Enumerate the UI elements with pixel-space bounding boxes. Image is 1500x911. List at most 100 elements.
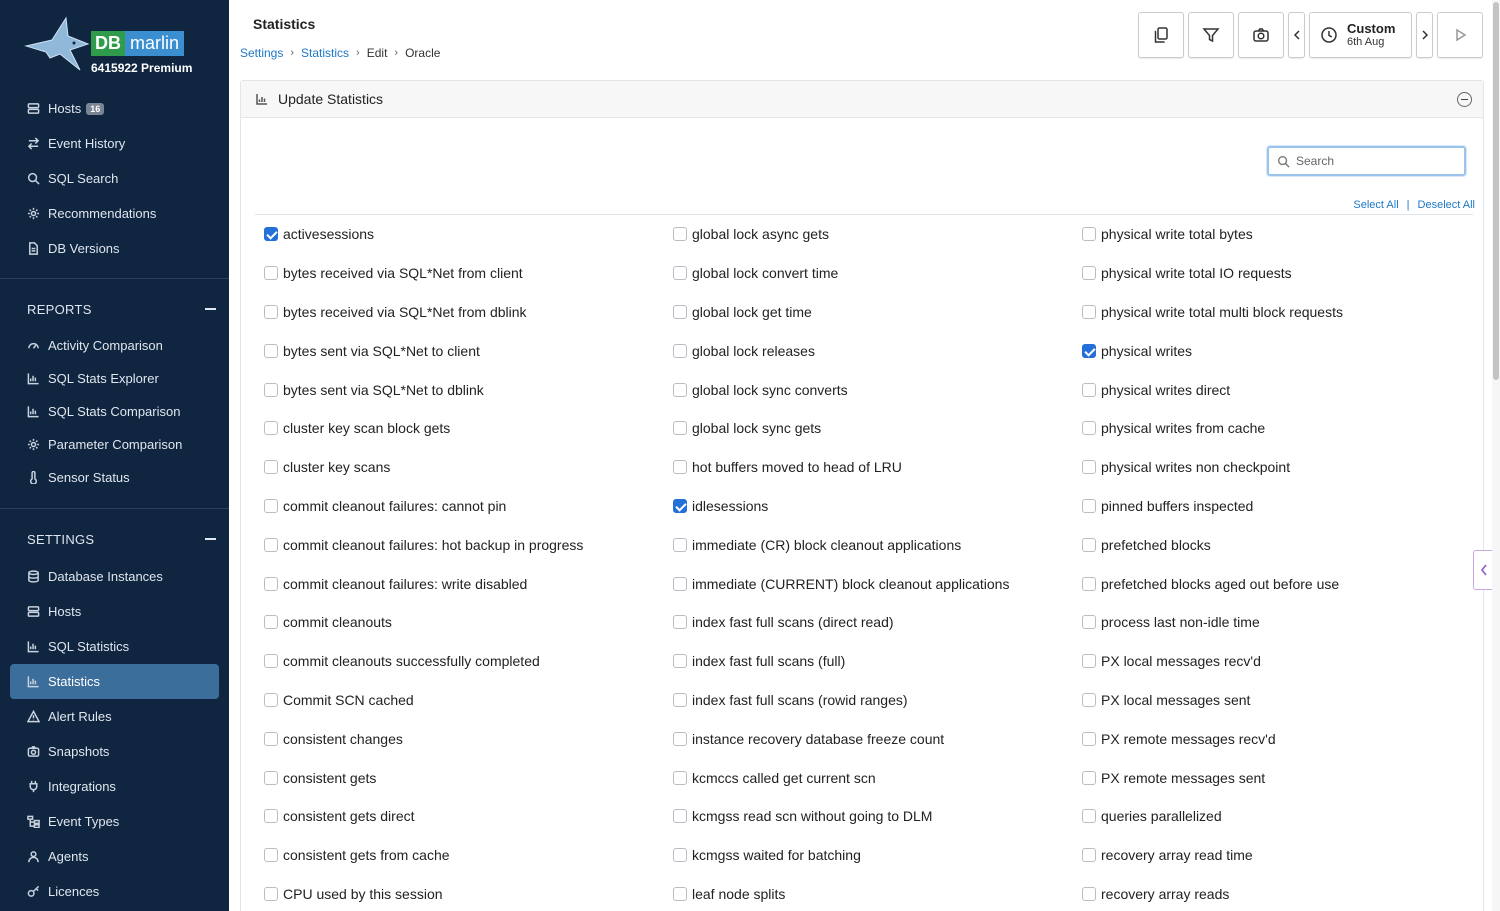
checkbox[interactable] bbox=[1082, 460, 1096, 475]
checkbox[interactable] bbox=[1082, 731, 1096, 746]
select-all-link[interactable]: Select All bbox=[1353, 199, 1398, 211]
statistic-checkbox-row[interactable]: global lock sync gets bbox=[673, 409, 1082, 448]
collapse-minus-icon[interactable] bbox=[205, 538, 216, 540]
collapse-panel-icon[interactable] bbox=[1457, 92, 1472, 107]
sidebar-item-hosts[interactable]: Hosts 16 bbox=[0, 91, 229, 126]
checkbox[interactable] bbox=[673, 770, 687, 785]
breadcrumb-statistics-link[interactable]: Statistics bbox=[301, 46, 349, 60]
checkbox[interactable] bbox=[673, 460, 687, 475]
search-field[interactable] bbox=[1267, 146, 1466, 176]
statistic-checkbox-row[interactable]: commit cleanouts successfully completed bbox=[264, 642, 673, 681]
checkbox[interactable] bbox=[673, 421, 687, 436]
statistic-checkbox-row[interactable]: consistent gets bbox=[264, 758, 673, 797]
snapshot-button[interactable] bbox=[1238, 12, 1284, 58]
sidebar-item-parameter-comparison[interactable]: Parameter Comparison bbox=[0, 428, 229, 461]
sidebar-item-sql-statistics[interactable]: SQL Statistics bbox=[0, 629, 229, 664]
statistic-checkbox-row[interactable]: immediate (CR) block cleanout applicatio… bbox=[673, 525, 1082, 564]
statistic-checkbox-row[interactable]: hot buffers moved to head of LRU bbox=[673, 448, 1082, 487]
checkbox[interactable] bbox=[1082, 809, 1096, 824]
sidebar-item-snapshots[interactable]: Snapshots bbox=[0, 734, 229, 769]
checkbox[interactable] bbox=[264, 382, 278, 397]
statistic-checkbox-row[interactable]: consistent gets from cache bbox=[264, 836, 673, 875]
checkbox[interactable] bbox=[1082, 692, 1096, 707]
sidebar-item-event-history[interactable]: Event History bbox=[0, 126, 229, 161]
checkbox[interactable] bbox=[673, 886, 687, 901]
checkbox[interactable] bbox=[1082, 654, 1096, 669]
statistic-checkbox-row[interactable]: physical writes non checkpoint bbox=[1082, 448, 1479, 487]
statistic-checkbox-row[interactable]: PX remote messages sent bbox=[1082, 758, 1479, 797]
statistic-checkbox-row[interactable]: bytes received via SQL*Net from dblink bbox=[264, 293, 673, 332]
statistic-checkbox-row[interactable]: consistent changes bbox=[264, 719, 673, 758]
checkbox-checked[interactable] bbox=[1082, 343, 1096, 358]
sidebar-item-sql-search[interactable]: SQL Search bbox=[0, 161, 229, 196]
statistic-checkbox-row[interactable]: pinned buffers inspected bbox=[1082, 487, 1479, 526]
statistic-checkbox-row[interactable]: CPU used by this session bbox=[264, 875, 673, 911]
statistic-checkbox-row[interactable]: commit cleanout failures: cannot pin bbox=[264, 487, 673, 526]
checkbox[interactable] bbox=[264, 266, 278, 281]
checkbox[interactable] bbox=[264, 304, 278, 319]
statistic-checkbox-row[interactable]: immediate (CURRENT) block cleanout appli… bbox=[673, 564, 1082, 603]
expand-side-panel-button[interactable] bbox=[1473, 550, 1494, 590]
time-range-button[interactable]: Custom 6th Aug bbox=[1309, 12, 1412, 58]
checkbox[interactable] bbox=[673, 576, 687, 591]
statistic-checkbox-row[interactable]: PX remote messages recv'd bbox=[1082, 719, 1479, 758]
deselect-all-link[interactable]: Deselect All bbox=[1418, 199, 1475, 211]
checkbox[interactable] bbox=[673, 266, 687, 281]
statistic-checkbox-row[interactable]: index fast full scans (direct read) bbox=[673, 603, 1082, 642]
statistic-checkbox-row[interactable]: PX local messages recv'd bbox=[1082, 642, 1479, 681]
checkbox[interactable] bbox=[264, 731, 278, 746]
checkbox[interactable] bbox=[264, 886, 278, 901]
checkbox[interactable] bbox=[264, 692, 278, 707]
checkbox-checked[interactable] bbox=[264, 227, 278, 242]
checkbox[interactable] bbox=[673, 227, 687, 242]
checkbox[interactable] bbox=[673, 304, 687, 319]
statistic-checkbox-row[interactable]: idlesessions bbox=[673, 487, 1082, 526]
statistic-checkbox-row[interactable]: commit cleanout failures: hot backup in … bbox=[264, 525, 673, 564]
statistic-checkbox-row[interactable]: commit cleanout failures: write disabled bbox=[264, 564, 673, 603]
checkbox[interactable] bbox=[264, 615, 278, 630]
sidebar-item-licences[interactable]: Licences bbox=[0, 874, 229, 909]
statistic-checkbox-row[interactable]: commit cleanouts bbox=[264, 603, 673, 642]
statistic-checkbox-row[interactable]: kcmccs called get current scn bbox=[673, 758, 1082, 797]
checkbox[interactable] bbox=[264, 770, 278, 785]
checkbox[interactable] bbox=[1082, 304, 1096, 319]
checkbox[interactable] bbox=[264, 537, 278, 552]
sidebar-item-sql-stats-explorer[interactable]: SQL Stats Explorer bbox=[0, 362, 229, 395]
statistic-checkbox-row[interactable]: instance recovery database freeze count bbox=[673, 719, 1082, 758]
checkbox[interactable] bbox=[1082, 266, 1096, 281]
search-input[interactable] bbox=[1296, 154, 1456, 168]
scrollbar[interactable] bbox=[1492, 0, 1500, 911]
sidebar-item-sql-stats-comparison[interactable]: SQL Stats Comparison bbox=[0, 395, 229, 428]
sidebar-item-integrations[interactable]: Integrations bbox=[0, 769, 229, 804]
checkbox[interactable] bbox=[673, 537, 687, 552]
checkbox[interactable] bbox=[1082, 537, 1096, 552]
checkbox[interactable] bbox=[673, 731, 687, 746]
statistic-checkbox-row[interactable]: kcmgss read scn without going to DLM bbox=[673, 797, 1082, 836]
statistic-checkbox-row[interactable]: activesessions bbox=[264, 215, 673, 254]
checkbox[interactable] bbox=[264, 421, 278, 436]
checkbox[interactable] bbox=[1082, 886, 1096, 901]
statistic-checkbox-row[interactable]: PX local messages sent bbox=[1082, 681, 1479, 720]
statistic-checkbox-row[interactable]: global lock releases bbox=[673, 331, 1082, 370]
statistic-checkbox-row[interactable]: global lock get time bbox=[673, 293, 1082, 332]
checkbox[interactable] bbox=[1082, 615, 1096, 630]
checkbox[interactable] bbox=[264, 498, 278, 513]
checkbox[interactable] bbox=[1082, 576, 1096, 591]
statistic-checkbox-row[interactable]: physical write total IO requests bbox=[1082, 254, 1479, 293]
statistic-checkbox-row[interactable]: Commit SCN cached bbox=[264, 681, 673, 720]
statistic-checkbox-row[interactable]: cluster key scan block gets bbox=[264, 409, 673, 448]
statistic-checkbox-row[interactable]: global lock async gets bbox=[673, 215, 1082, 254]
statistic-checkbox-row[interactable]: physical writes direct bbox=[1082, 370, 1479, 409]
statistic-checkbox-row[interactable]: prefetched blocks aged out before use bbox=[1082, 564, 1479, 603]
checkbox[interactable] bbox=[264, 654, 278, 669]
next-period-button[interactable] bbox=[1416, 12, 1433, 58]
sidebar-item-sensor-status[interactable]: Sensor Status bbox=[0, 461, 229, 494]
checkbox[interactable] bbox=[264, 809, 278, 824]
statistic-checkbox-row[interactable]: recovery array reads bbox=[1082, 875, 1479, 911]
statistic-checkbox-row[interactable]: prefetched blocks bbox=[1082, 525, 1479, 564]
statistic-checkbox-row[interactable]: kcmgss waited for batching bbox=[673, 836, 1082, 875]
sidebar-item-db-versions[interactable]: DB Versions bbox=[0, 231, 229, 266]
statistic-checkbox-row[interactable]: bytes sent via SQL*Net to dblink bbox=[264, 370, 673, 409]
reports-section-header[interactable]: REPORTS bbox=[0, 289, 229, 329]
collapse-minus-icon[interactable] bbox=[205, 308, 216, 310]
